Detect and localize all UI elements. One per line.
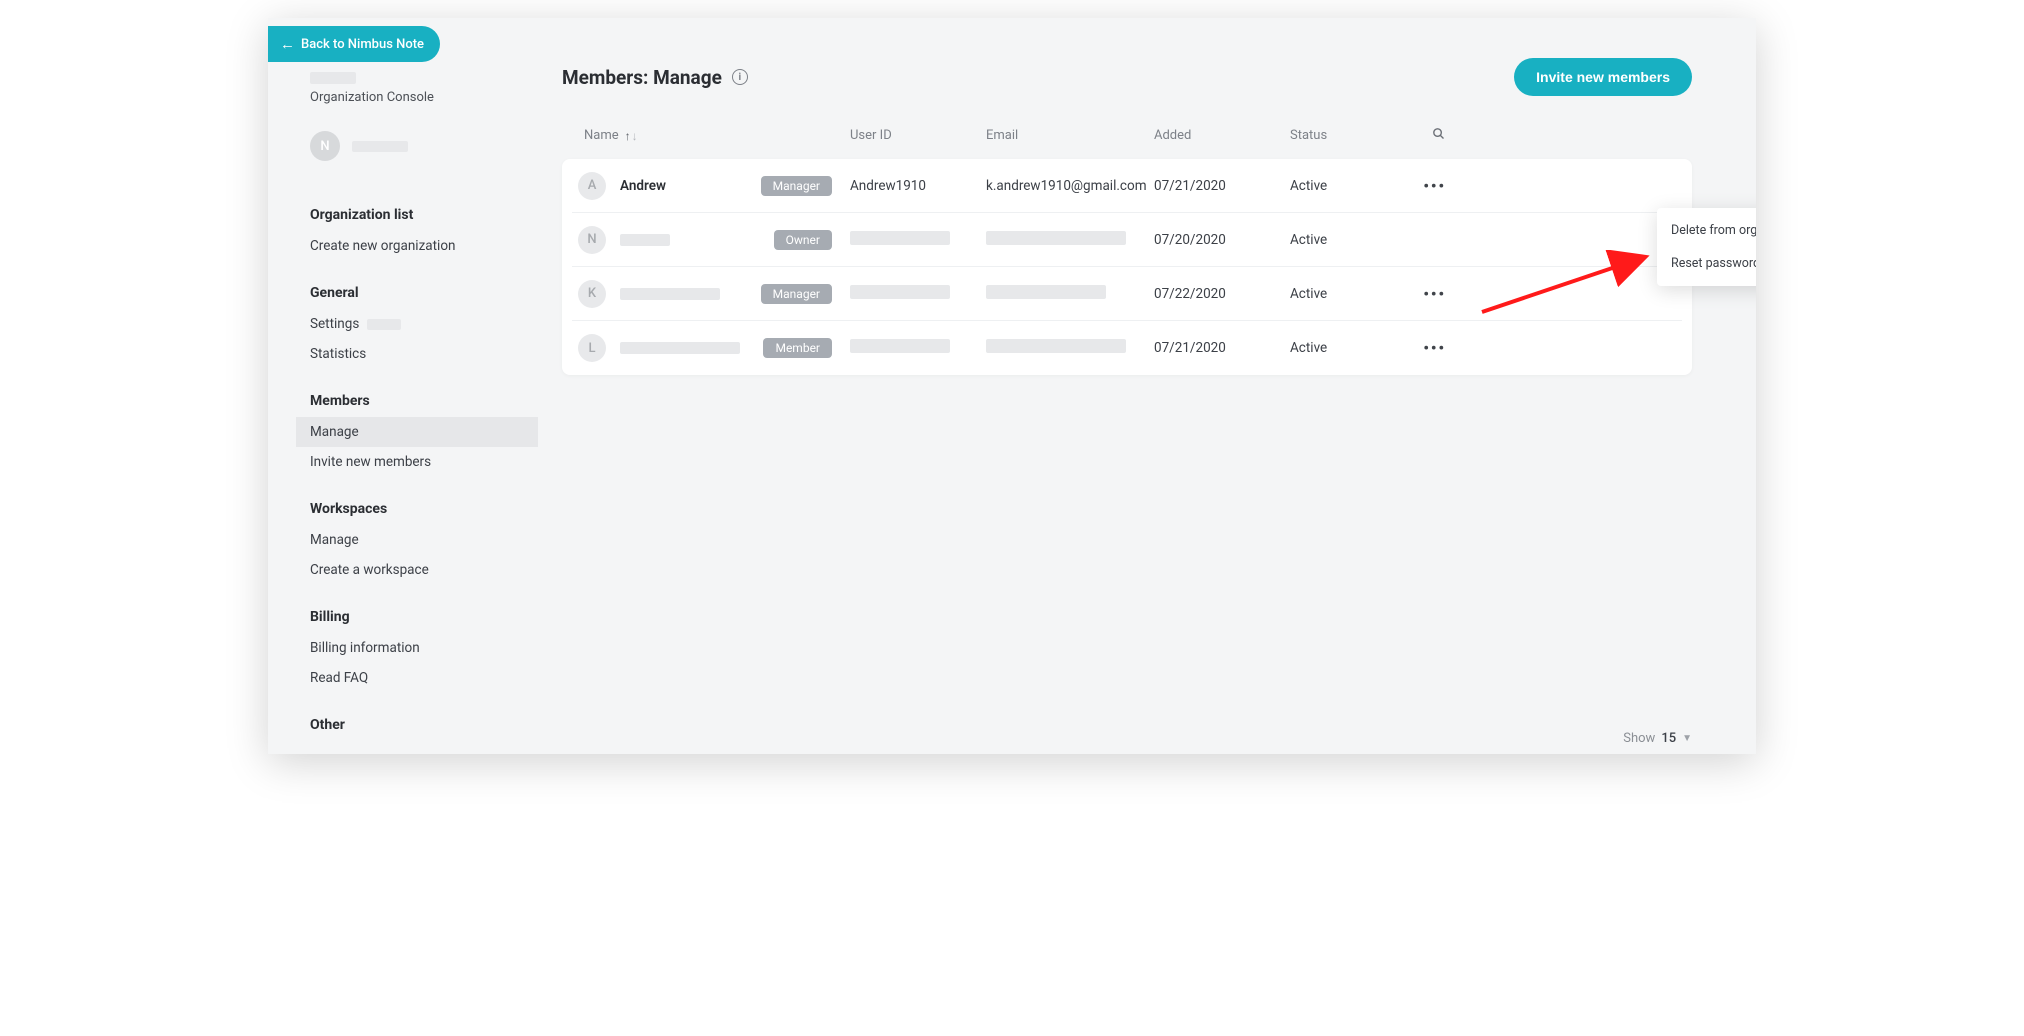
avatar: L bbox=[578, 334, 606, 362]
menu-item-delete[interactable]: Delete from organization bbox=[1657, 214, 1756, 247]
avatar: K bbox=[578, 280, 606, 308]
col-header-name[interactable]: Name ↑ ↓ bbox=[572, 128, 850, 143]
cell-status: Active bbox=[1290, 232, 1408, 248]
header-row: Members: Manage i Invite new members bbox=[562, 58, 1692, 96]
sidebar-title-other: Other bbox=[310, 703, 520, 741]
table-header: Name ↑ ↓ User ID Email Added Status bbox=[562, 126, 1692, 159]
sidebar-title-org: Organization list bbox=[310, 193, 520, 231]
sidebar-group-org: Organization list Create new organizatio… bbox=[310, 183, 520, 261]
col-header-added[interactable]: Added bbox=[1154, 128, 1290, 143]
sort-icons[interactable]: ↑ ↓ bbox=[625, 129, 638, 143]
arrow-left-icon: ← bbox=[280, 37, 295, 52]
table-row: L Member 07/21/2020 Active ••• bbox=[572, 321, 1682, 375]
sidebar-item-create-workspace[interactable]: Create a workspace bbox=[310, 555, 520, 585]
user-chip[interactable]: N bbox=[310, 131, 520, 161]
table-body: A Andrew Manager Andrew1910 k.andrew1910… bbox=[562, 159, 1692, 375]
cell-added: 07/22/2020 bbox=[1154, 286, 1290, 302]
sidebar-group-general: General Settings Statistics bbox=[310, 261, 520, 369]
cell-added: 07/20/2020 bbox=[1154, 232, 1290, 248]
cell-email-redacted bbox=[986, 285, 1106, 299]
chevron-down-icon[interactable]: ▼ bbox=[1682, 733, 1692, 744]
sidebar-group-other: Other bbox=[310, 693, 520, 741]
sidebar-group-workspaces: Workspaces Manage Create a workspace bbox=[310, 477, 520, 585]
role-badge: Owner bbox=[774, 230, 832, 250]
cell-userid-redacted bbox=[850, 285, 950, 299]
sidebar: Organization Console N Organization list… bbox=[268, 18, 538, 754]
page-size-value[interactable]: 15 bbox=[1661, 731, 1676, 746]
info-icon[interactable]: i bbox=[732, 69, 748, 85]
member-name-redacted bbox=[620, 234, 670, 246]
table-row: A Andrew Manager Andrew1910 k.andrew1910… bbox=[572, 159, 1682, 213]
org-name-block: Organization Console bbox=[310, 72, 520, 105]
search-icon-cell bbox=[1408, 126, 1446, 145]
search-icon[interactable] bbox=[1431, 126, 1446, 141]
menu-item-reset-password[interactable]: Reset password bbox=[1657, 247, 1756, 280]
role-badge: Manager bbox=[761, 176, 832, 196]
sort-desc-icon: ↓ bbox=[632, 129, 638, 143]
cell-status: Active bbox=[1290, 286, 1408, 302]
sidebar-title-workspaces: Workspaces bbox=[310, 487, 520, 525]
col-header-userid[interactable]: User ID bbox=[850, 128, 986, 143]
avatar: N bbox=[310, 131, 340, 161]
member-name-redacted bbox=[620, 342, 740, 354]
console-label: Organization Console bbox=[310, 90, 520, 105]
cell-userid: Andrew1910 bbox=[850, 178, 986, 194]
show-label: Show bbox=[1623, 731, 1655, 746]
cell-status: Active bbox=[1290, 340, 1408, 356]
sidebar-group-members: Members Manage Invite new members bbox=[310, 369, 520, 477]
invite-new-members-button[interactable]: Invite new members bbox=[1514, 58, 1692, 96]
page-title: Members: Manage i bbox=[562, 66, 748, 89]
sidebar-item-statistics[interactable]: Statistics bbox=[310, 339, 520, 369]
sidebar-title-billing: Billing bbox=[310, 595, 520, 633]
sidebar-item-read-faq[interactable]: Read FAQ bbox=[310, 663, 520, 693]
cell-userid-redacted bbox=[850, 231, 950, 245]
page-title-text: Members: Manage bbox=[562, 66, 722, 89]
main-content: Members: Manage i Invite new members Nam… bbox=[538, 18, 1756, 754]
back-to-app-button[interactable]: ← Back to Nimbus Note bbox=[268, 26, 440, 62]
sidebar-item-label: Settings bbox=[310, 316, 359, 332]
org-name-redacted bbox=[310, 72, 356, 84]
row-actions-button[interactable]: ••• bbox=[1423, 173, 1446, 199]
cell-userid-redacted bbox=[850, 339, 950, 353]
sidebar-group-billing: Billing Billing information Read FAQ bbox=[310, 585, 520, 693]
sidebar-title-general: General bbox=[310, 271, 520, 309]
settings-badge-redacted bbox=[367, 319, 401, 330]
col-header-name-label: Name bbox=[584, 128, 619, 143]
table-row: K Manager 07/22/2020 Active ••• bbox=[572, 267, 1682, 321]
user-name-redacted bbox=[352, 141, 408, 152]
row-actions-button[interactable]: ••• bbox=[1423, 281, 1446, 307]
cell-email-redacted bbox=[986, 339, 1126, 353]
table-row: N Owner 07/20/2020 Active bbox=[572, 213, 1682, 267]
col-header-status[interactable]: Status bbox=[1290, 128, 1408, 143]
app-shell: ← Back to Nimbus Note Organization Conso… bbox=[268, 18, 1756, 754]
col-header-email[interactable]: Email bbox=[986, 128, 1154, 143]
sidebar-title-members: Members bbox=[310, 379, 520, 417]
row-actions-menu: Delete from organization Reset password bbox=[1657, 208, 1756, 286]
pagination-footer: Show 15 ▼ bbox=[1623, 731, 1692, 746]
cell-added: 07/21/2020 bbox=[1154, 340, 1290, 356]
cell-added: 07/21/2020 bbox=[1154, 178, 1290, 194]
avatar: N bbox=[578, 226, 606, 254]
cell-status: Active bbox=[1290, 178, 1408, 194]
row-actions-button[interactable]: ••• bbox=[1423, 335, 1446, 361]
role-badge: Member bbox=[763, 338, 832, 358]
sidebar-item-billing-info[interactable]: Billing information bbox=[310, 633, 520, 663]
cell-email: k.andrew1910@gmail.com bbox=[986, 178, 1154, 194]
members-table: Name ↑ ↓ User ID Email Added Status bbox=[562, 126, 1692, 375]
sidebar-item-manage-members[interactable]: Manage bbox=[296, 417, 538, 447]
sidebar-item-settings[interactable]: Settings bbox=[310, 309, 520, 339]
sort-asc-icon: ↑ bbox=[625, 129, 631, 143]
sidebar-item-create-org[interactable]: Create new organization bbox=[310, 231, 520, 261]
back-label: Back to Nimbus Note bbox=[301, 37, 424, 52]
cell-email-redacted bbox=[986, 231, 1126, 245]
sidebar-item-invite-members[interactable]: Invite new members bbox=[310, 447, 520, 477]
member-name-redacted bbox=[620, 288, 720, 300]
role-badge: Manager bbox=[761, 284, 832, 304]
avatar: A bbox=[578, 172, 606, 200]
sidebar-item-manage-workspaces[interactable]: Manage bbox=[310, 525, 520, 555]
member-name: Andrew bbox=[620, 178, 666, 194]
